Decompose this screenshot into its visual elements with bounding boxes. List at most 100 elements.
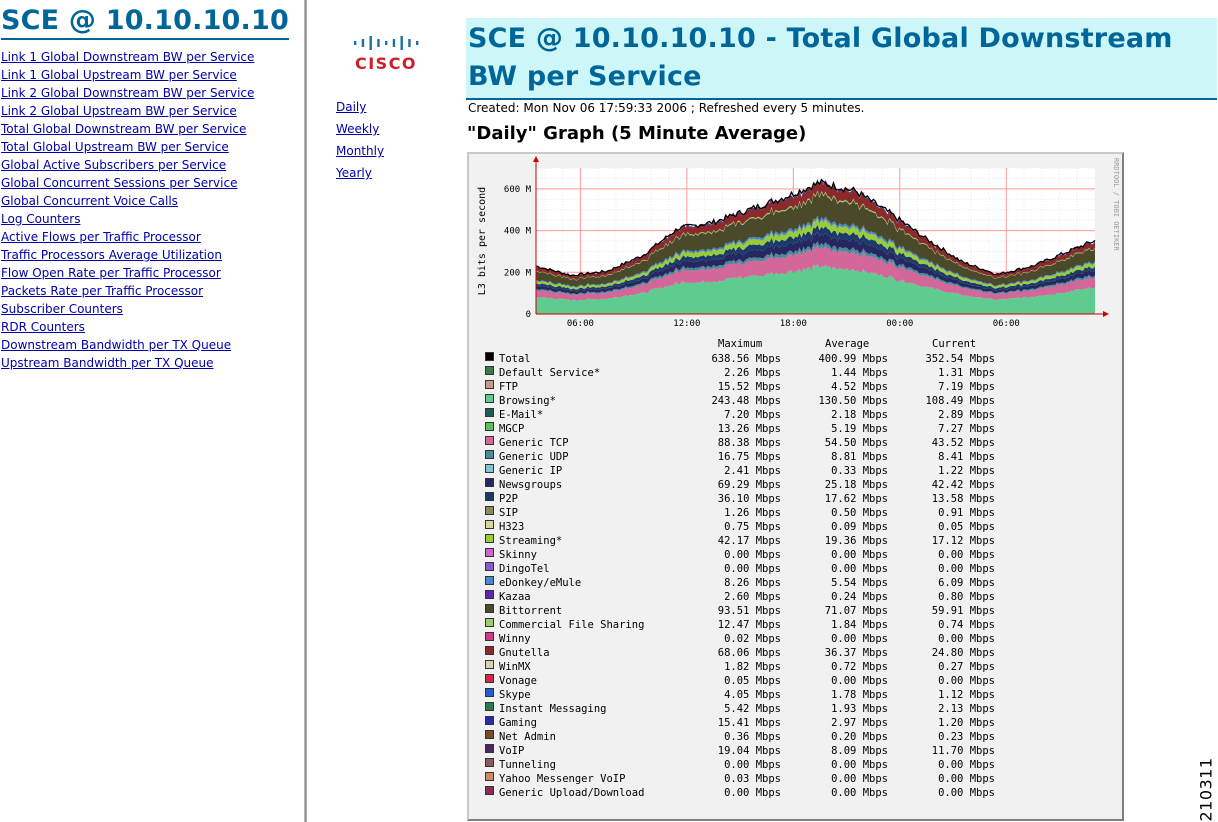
- nav-link[interactable]: Total Global Upstream BW per Service: [1, 140, 229, 154]
- legend-row: Gnutella 68.06 Mbps 36.37 Mbps 24.80 Mbps: [469, 646, 1126, 660]
- legend-avg: 36.37 Mbps: [824, 647, 888, 659]
- nav-item: Packets Rate per Traffic Processor: [1, 281, 254, 299]
- nav-link[interactable]: Upstream Bandwidth per TX Queue: [1, 356, 214, 370]
- legend-avg: 8.81 Mbps: [831, 451, 888, 463]
- period-link-monthly[interactable]: Monthly: [336, 144, 384, 158]
- nav-link[interactable]: Subscriber Counters: [1, 302, 123, 316]
- period-link-daily[interactable]: Daily: [336, 100, 366, 114]
- legend-swatch: [485, 478, 494, 487]
- legend-cur: 0.27 Mbps: [938, 661, 995, 673]
- legend-cur: 0.00 Mbps: [938, 773, 995, 785]
- page-title: SCE @ 10.10.10.10 - Total Global Downstr…: [468, 23, 1173, 92]
- legend-series-name: H323: [499, 521, 525, 533]
- nav-link[interactable]: Total Global Downstream BW per Service: [1, 122, 246, 136]
- legend-series-name: MGCP: [499, 423, 525, 435]
- legend-series-name: Tunneling: [499, 759, 556, 771]
- nav-link[interactable]: Global Active Subscribers per Service: [1, 158, 226, 172]
- legend-max: 68.06 Mbps: [717, 647, 781, 659]
- legend-row: Skinny 0.00 Mbps 0.00 Mbps 0.00 Mbps: [469, 548, 1126, 562]
- legend-cur: 17.12 Mbps: [931, 535, 995, 547]
- legend-row: Total 638.56 Mbps 400.99 Mbps 352.54 Mbps: [469, 352, 1126, 366]
- y-axis-label: L3 bits per second: [477, 187, 488, 295]
- legend-row: Generic UDP 16.75 Mbps 8.81 Mbps 8.41 Mbps: [469, 450, 1126, 464]
- legend-avg: 0.50 Mbps: [831, 507, 888, 519]
- legend-swatch: [485, 464, 494, 473]
- legend-row: Generic IP 2.41 Mbps 0.33 Mbps 1.22 Mbps: [469, 464, 1126, 478]
- legend-swatch: [485, 646, 494, 655]
- legend-swatch: [485, 562, 494, 571]
- nav-link[interactable]: Downstream Bandwidth per TX Queue: [1, 338, 231, 352]
- legend-avg: 4.52 Mbps: [831, 381, 888, 393]
- legend-max: 13.26 Mbps: [717, 423, 781, 435]
- nav-link[interactable]: Traffic Processors Average Utilization: [1, 248, 222, 262]
- legend-swatch: [485, 618, 494, 627]
- legend-avg: 400.99 Mbps: [818, 353, 888, 365]
- legend-cur: 1.31 Mbps: [938, 367, 995, 379]
- nav-item: Link 1 Global Upstream BW per Service: [1, 65, 254, 83]
- legend-avg: 5.19 Mbps: [831, 423, 888, 435]
- nav-link[interactable]: Link 2 Global Downstream BW per Service: [1, 86, 254, 100]
- legend-cur: 7.19 Mbps: [938, 381, 995, 393]
- legend-series-name: Gnutella: [499, 647, 550, 659]
- legend-avg: 0.00 Mbps: [831, 633, 888, 645]
- legend-cur: 0.74 Mbps: [938, 619, 995, 631]
- frame-splitter[interactable]: [304, 0, 307, 822]
- legend-series-name: DingoTel: [499, 563, 550, 575]
- period-item: Weekly: [336, 119, 384, 141]
- legend-cur: 0.00 Mbps: [938, 549, 995, 561]
- legend-avg: 0.33 Mbps: [831, 465, 888, 477]
- cisco-bar: [361, 39, 365, 47]
- legend-series-name: E-Mail*: [499, 409, 544, 421]
- rrdtool-watermark: RRDTOOL / TOBI OETIKER: [1112, 158, 1120, 252]
- legend-swatch: [485, 520, 494, 529]
- nav-link[interactable]: Link 2 Global Upstream BW per Service: [1, 104, 237, 118]
- nav-link[interactable]: RDR Counters: [1, 320, 85, 334]
- cisco-bar: [354, 41, 357, 45]
- legend-cur: 352.54 Mbps: [925, 353, 995, 365]
- legend-max: 36.10 Mbps: [717, 493, 781, 505]
- nav-link[interactable]: Packets Rate per Traffic Processor: [1, 284, 203, 298]
- legend-avg: 1.93 Mbps: [831, 703, 888, 715]
- legend-series-name: Gaming: [499, 717, 537, 729]
- figure-id-text: 210311: [1196, 757, 1216, 822]
- legend-cur: 11.70 Mbps: [931, 745, 995, 757]
- legend-row: WinMX 1.82 Mbps 0.72 Mbps 0.27 Mbps: [469, 660, 1126, 674]
- legend-row: Gaming 15.41 Mbps 2.97 Mbps 1.20 Mbps: [469, 716, 1126, 730]
- legend-row: Browsing* 243.48 Mbps 130.50 Mbps 108.49 Mb…: [469, 394, 1126, 408]
- nav-link[interactable]: Active Flows per Traffic Processor: [1, 230, 201, 244]
- legend-swatch: [485, 772, 494, 781]
- legend-max: 0.75 Mbps: [724, 521, 781, 533]
- period-link-weekly[interactable]: Weekly: [336, 122, 379, 136]
- legend-series-name: Skinny: [499, 549, 537, 561]
- nav-link[interactable]: Link 1 Global Downstream BW per Service: [1, 50, 254, 64]
- legend-avg: 130.50 Mbps: [818, 395, 888, 407]
- created-timestamp: Created: Mon Nov 06 17:59:33 2006 ; Refr…: [468, 101, 865, 115]
- nav-link[interactable]: Flow Open Rate per Traffic Processor: [1, 266, 221, 280]
- nav-link[interactable]: Global Concurrent Sessions per Service: [1, 176, 237, 190]
- legend-series-name: WinMX: [499, 661, 531, 673]
- legend-swatch: [485, 702, 494, 711]
- legend-max: 42.17 Mbps: [717, 535, 781, 547]
- legend-max: 2.60 Mbps: [724, 591, 781, 603]
- legend-swatch: [485, 604, 494, 613]
- nav-item: Active Flows per Traffic Processor: [1, 227, 254, 245]
- legend-swatch: [485, 758, 494, 767]
- legend-avg: 0.00 Mbps: [831, 787, 888, 799]
- nav-link[interactable]: Global Concurrent Voice Calls: [1, 194, 178, 208]
- nav-item: Downstream Bandwidth per TX Queue: [1, 335, 254, 353]
- legend-avg: 25.18 Mbps: [824, 479, 888, 491]
- legend-series-name: SIP: [499, 507, 518, 519]
- nav-link[interactable]: Link 1 Global Upstream BW per Service: [1, 68, 237, 82]
- legend-series-name: Generic Upload/Download: [499, 787, 645, 799]
- legend-cur: 7.27 Mbps: [938, 423, 995, 435]
- legend-cur: 0.00 Mbps: [938, 675, 995, 687]
- legend-avg: 0.00 Mbps: [831, 675, 888, 687]
- legend-series-name: Commercial File Sharing: [499, 619, 645, 631]
- nav-link[interactable]: Log Counters: [1, 212, 80, 226]
- legend-series-name: Newsgroups: [499, 479, 563, 491]
- period-link-yearly[interactable]: Yearly: [336, 166, 372, 180]
- legend-max: 4.05 Mbps: [724, 689, 781, 701]
- x-tick-label: 12:00: [673, 319, 700, 329]
- nav-item: RDR Counters: [1, 317, 254, 335]
- legend-swatch: [485, 422, 494, 431]
